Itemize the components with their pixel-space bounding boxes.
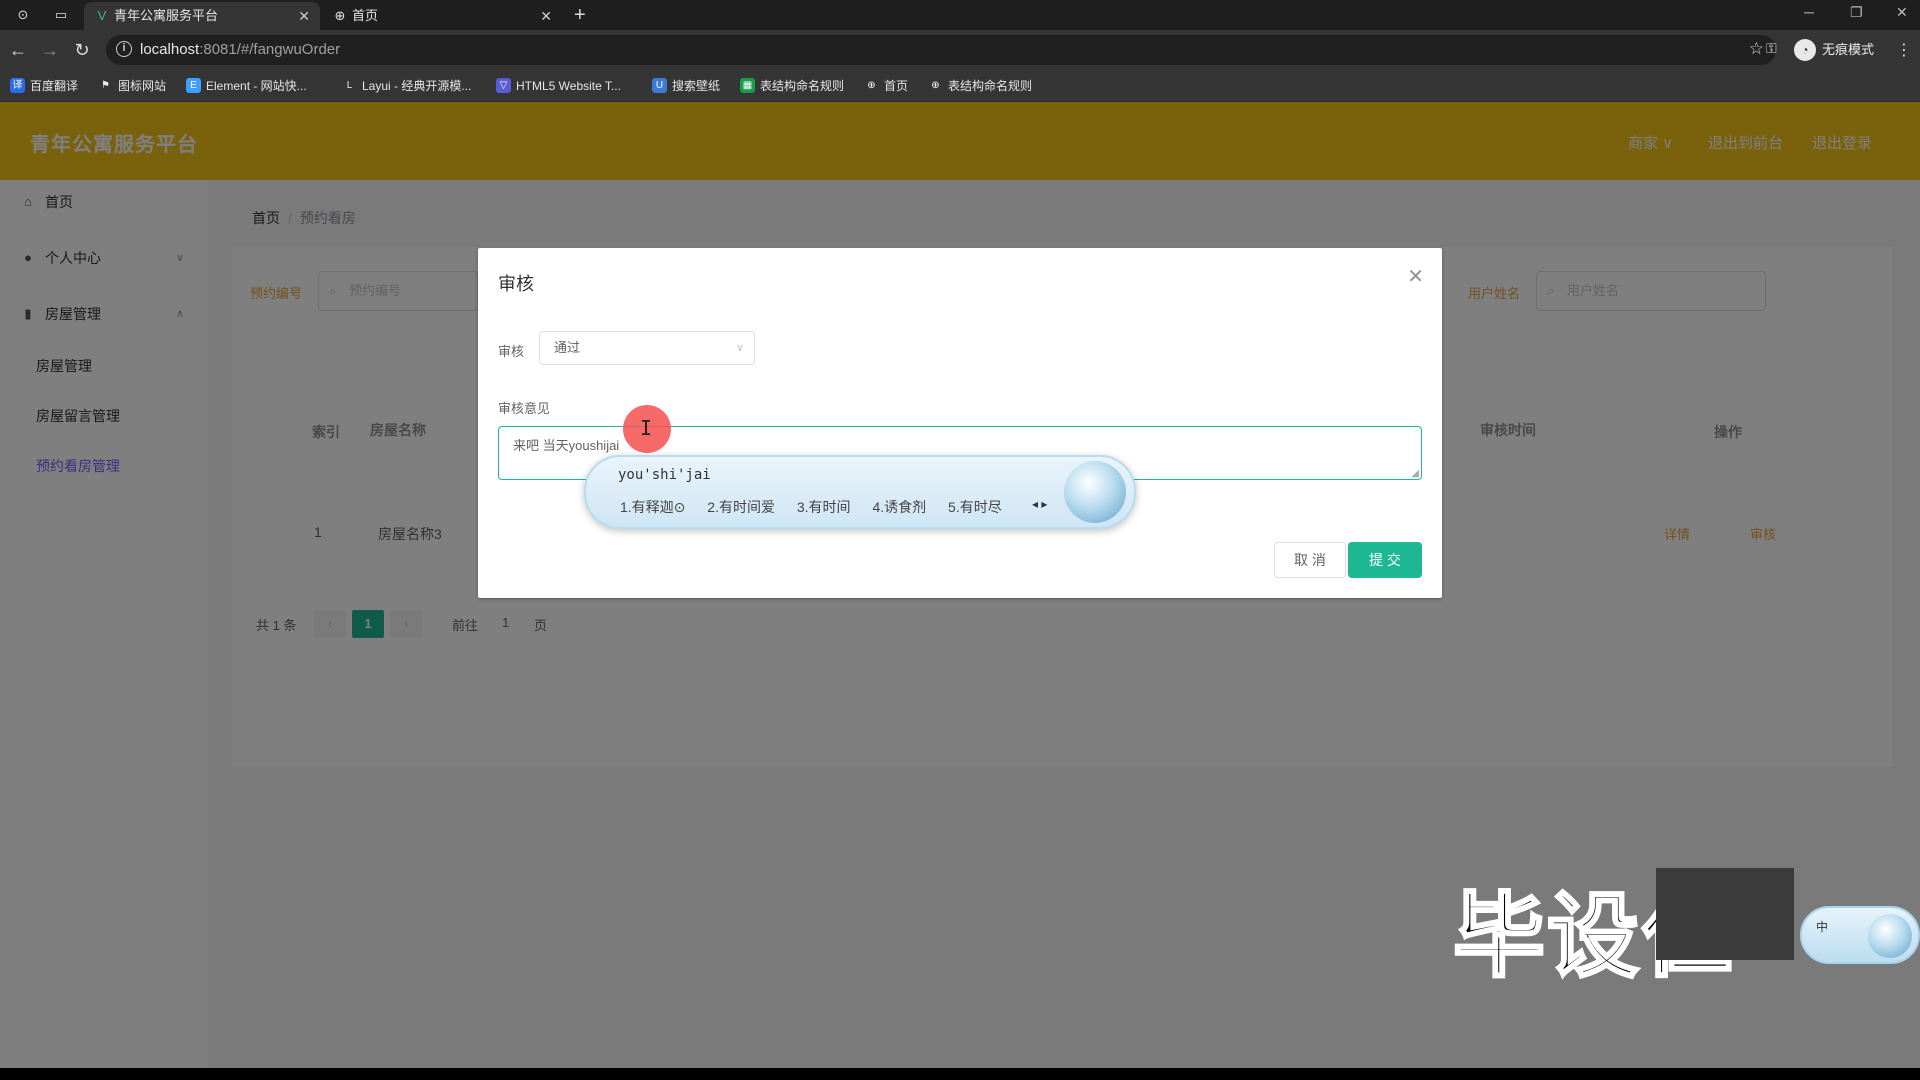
tab-home[interactable]: ⊕ 首页 ✕ [322, 2, 562, 30]
ime-candidate[interactable]: 1.有释迦⊙ [620, 499, 685, 515]
text-cursor-icon: I [640, 416, 653, 440]
resize-grip-icon[interactable]: ◢ [1411, 468, 1419, 479]
bookmark-item[interactable]: E Element - 网站快... [186, 78, 307, 94]
minimize-icon[interactable]: ─ [1804, 4, 1814, 20]
password-key-icon[interactable]: ⚿ [1766, 40, 1777, 57]
incognito-icon: ◔ [1794, 39, 1816, 61]
address-bar[interactable]: i localhost:8081/#/fangwuOrder ☆ [106, 35, 1776, 65]
browser-menu-kebab-icon[interactable]: ⋮ [1896, 40, 1912, 60]
new-tab-icon[interactable]: + [574, 2, 586, 28]
ime-candidate-list: 1.有释迦⊙ 2.有时间爱 3.有时间 4.诱食剂 5.有时尽 [620, 497, 1020, 517]
globe-icon: ⊕ [867, 80, 876, 91]
layui-icon: L [346, 80, 353, 91]
audit-select[interactable]: 通过 ∨ [539, 331, 755, 365]
browser-menu-icon[interactable]: ⊙ [14, 6, 32, 24]
bookmark-item[interactable]: ▽ HTML5 Website T... [496, 78, 621, 94]
ime-candidate[interactable]: 2.有时间爱 [707, 499, 775, 515]
browser-tab-bar: ⊙ ▭ V 青年公寓服务平台 ✕ ⊕ 首页 ✕ + ─ ❐ ✕ [0, 0, 1920, 30]
audit-select-value: 通过 [554, 340, 581, 355]
tab-strip-icon[interactable]: ▭ [52, 6, 70, 24]
bookmark-star-icon[interactable]: ☆ [1749, 39, 1764, 59]
ime-candidate[interactable]: 3.有时间 [797, 499, 851, 515]
comment-text: 来吧 当天youshijai [513, 438, 620, 453]
tab-youth-apartment[interactable]: V 青年公寓服务平台 ✕ [84, 2, 320, 30]
ime-candidate[interactable]: 5.有时尽 [948, 499, 1002, 515]
watermark-blur [1656, 868, 1794, 960]
audit-label: 审核 [498, 344, 525, 359]
comment-label: 审核意见 [498, 401, 551, 416]
bookmark-item[interactable]: U 搜索壁纸 [652, 78, 720, 94]
bottom-bar [0, 1068, 1920, 1080]
globe-favicon-icon: ⊕ [334, 8, 346, 23]
globe-icon: ⊕ [931, 80, 940, 91]
bookmark-item[interactable]: ▦ 表结构命名规则 [740, 78, 844, 94]
sheet-icon: ▦ [740, 78, 755, 93]
flag-icon: ⚑ [101, 80, 110, 91]
ime-candidate[interactable]: 4.诱食剂 [872, 499, 926, 515]
ime-skin-orb-icon [1064, 461, 1126, 523]
html5-icon: ▽ [496, 78, 511, 93]
bookmark-item[interactable]: ⊕ 表结构命名规则 [928, 78, 1032, 94]
ime-tray-orb-icon [1868, 914, 1912, 958]
bookmark-item[interactable]: L Layui - 经典开源模... [342, 78, 472, 94]
dialog-title: 审核 [498, 274, 534, 294]
reload-icon[interactable]: ↻ [70, 38, 94, 62]
submit-button[interactable]: 提 交 [1348, 542, 1422, 578]
bookmarks-bar: 译百度翻译 ⚑ 图标网站 E Element - 网站快... L Layui - 经… [0, 70, 1920, 102]
bookmark-item[interactable]: 译百度翻译 [10, 78, 78, 94]
chevron-down-icon: ∨ [735, 342, 744, 354]
close-tab-icon[interactable]: ✕ [298, 2, 310, 30]
tab-label: 青年公寓服务平台 [114, 8, 219, 23]
restore-icon[interactable]: ❐ [1850, 4, 1863, 21]
vue-favicon-icon: V [97, 8, 107, 23]
incognito-indicator[interactable]: ◔ 无痕模式 [1794, 39, 1874, 61]
close-icon[interactable]: ✕ [1407, 264, 1424, 289]
ime-page-arrows-icon[interactable]: ◂ ▸ [1032, 497, 1047, 511]
cancel-button[interactable]: 取 消 [1274, 542, 1346, 578]
incognito-label: 无痕模式 [1822, 42, 1875, 57]
browser-toolbar: ← → ↻ i localhost:8081/#/fangwuOrder ☆ [0, 30, 1920, 70]
close-window-icon[interactable]: ✕ [1896, 4, 1908, 21]
url-text: localhost:8081/#/fangwuOrder [140, 41, 341, 58]
back-icon[interactable]: ← [6, 38, 30, 62]
site-info-icon[interactable]: i [116, 41, 132, 57]
tab-label: 首页 [352, 8, 379, 23]
ime-candidate-window: you'shi'jai 1.有释迦⊙ 2.有时间爱 3.有时间 4.诱食剂 5.… [584, 455, 1136, 529]
bookmark-item[interactable]: ⚑ 图标网站 [98, 78, 166, 94]
ime-mode-label: 中 [1816, 920, 1829, 934]
wallpaper-icon: U [652, 78, 667, 93]
translate-icon: 译 [10, 78, 25, 93]
forward-icon[interactable]: → [38, 38, 62, 62]
element-icon: E [186, 78, 201, 93]
close-tab-icon[interactable]: ✕ [540, 2, 552, 30]
bookmark-item[interactable]: ⊕ 首页 [864, 78, 908, 94]
ime-composition: you'shi'jai [618, 467, 711, 483]
ime-status-tray[interactable]: 中 [1800, 906, 1920, 964]
